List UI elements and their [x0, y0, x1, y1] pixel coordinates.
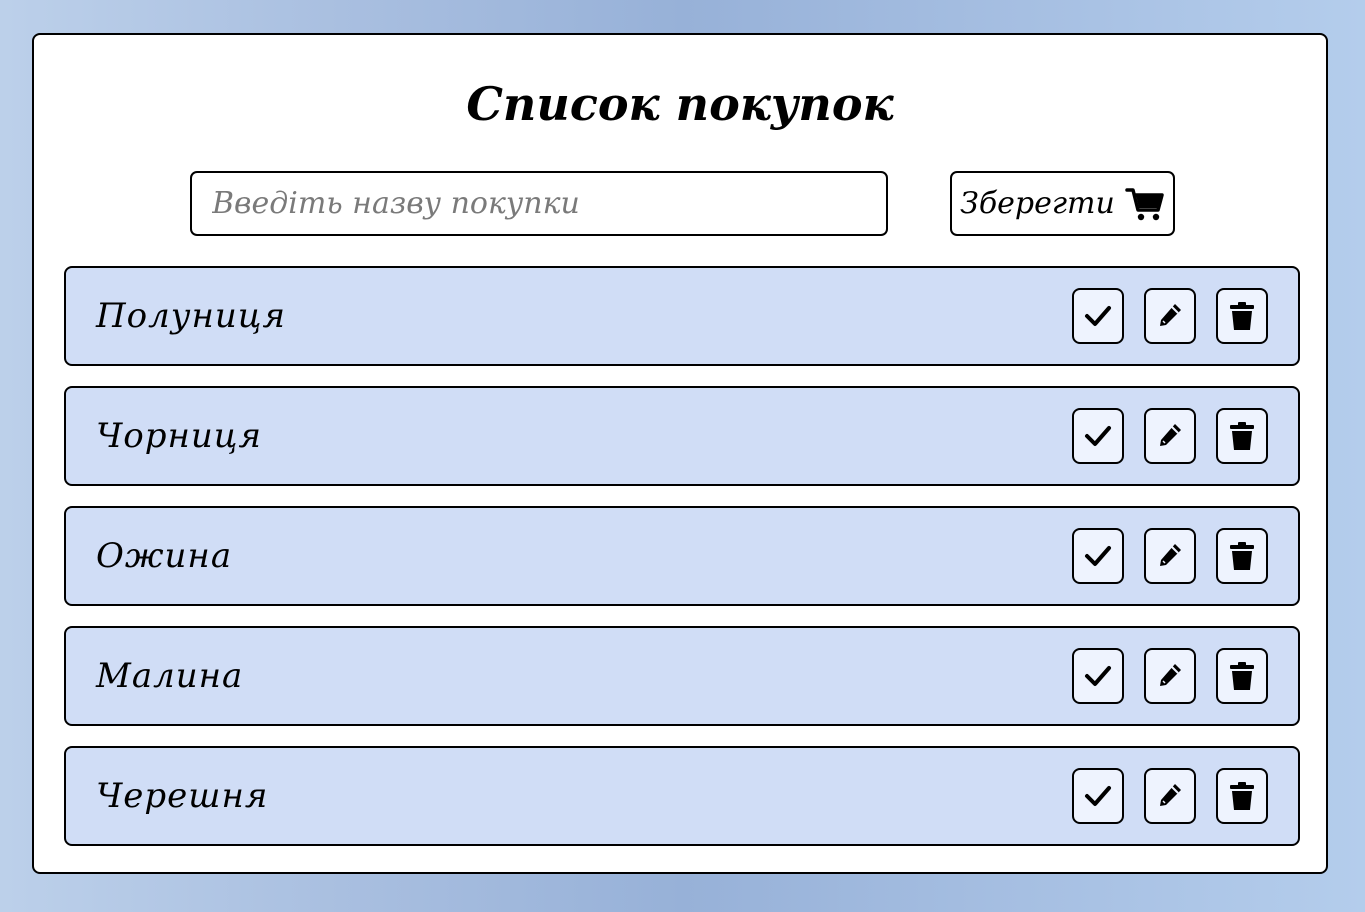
edit-button[interactable] — [1144, 288, 1196, 344]
delete-button[interactable] — [1216, 528, 1268, 584]
list-item: Полуниця — [64, 266, 1300, 366]
save-button[interactable]: Зберегти — [950, 171, 1175, 236]
pencil-icon — [1160, 304, 1181, 326]
trash-icon — [1230, 542, 1254, 570]
list-item: Малина — [64, 626, 1300, 726]
mark-done-button[interactable] — [1072, 288, 1124, 344]
mark-done-button[interactable] — [1072, 408, 1124, 464]
trash-icon — [1230, 662, 1254, 690]
list-item: Черешня — [64, 746, 1300, 846]
item-input-wrapper — [190, 171, 888, 236]
item-actions — [1072, 408, 1268, 464]
pencil-icon — [1160, 664, 1181, 686]
item-name: Ожина — [96, 536, 233, 576]
item-actions — [1072, 528, 1268, 584]
edit-button[interactable] — [1144, 768, 1196, 824]
edit-button[interactable] — [1144, 648, 1196, 704]
pencil-icon — [1160, 544, 1181, 566]
item-name-input[interactable] — [192, 173, 886, 234]
cart-icon — [1125, 187, 1164, 220]
delete-button[interactable] — [1216, 648, 1268, 704]
trash-icon — [1230, 422, 1254, 450]
check-icon — [1085, 426, 1111, 446]
item-name: Малина — [96, 656, 244, 696]
trash-icon — [1230, 302, 1254, 330]
mark-done-button[interactable] — [1072, 528, 1124, 584]
item-name: Чорниця — [96, 416, 263, 456]
pencil-icon — [1160, 784, 1181, 806]
list-item: Чорниця — [64, 386, 1300, 486]
check-icon — [1085, 546, 1111, 566]
item-actions — [1072, 768, 1268, 824]
delete-button[interactable] — [1216, 768, 1268, 824]
check-icon — [1085, 666, 1111, 686]
mark-done-button[interactable] — [1072, 648, 1124, 704]
edit-button[interactable] — [1144, 408, 1196, 464]
delete-button[interactable] — [1216, 408, 1268, 464]
item-name: Черешня — [96, 776, 269, 816]
trash-icon — [1230, 782, 1254, 810]
item-name: Полуниця — [96, 296, 287, 336]
save-button-label: Зберегти — [960, 186, 1115, 221]
mark-done-button[interactable] — [1072, 768, 1124, 824]
shopping-list: Полуниця Чорниця Ожина Малина Черешня — [64, 266, 1300, 866]
page-title: Список покупок — [466, 77, 894, 131]
shopping-list-card: Список покупок Зберегти Полуниця — [32, 33, 1328, 874]
item-actions — [1072, 288, 1268, 344]
edit-button[interactable] — [1144, 528, 1196, 584]
delete-button[interactable] — [1216, 288, 1268, 344]
list-item: Ожина — [64, 506, 1300, 606]
item-actions — [1072, 648, 1268, 704]
check-icon — [1085, 786, 1111, 806]
check-icon — [1085, 306, 1111, 326]
pencil-icon — [1160, 424, 1181, 446]
